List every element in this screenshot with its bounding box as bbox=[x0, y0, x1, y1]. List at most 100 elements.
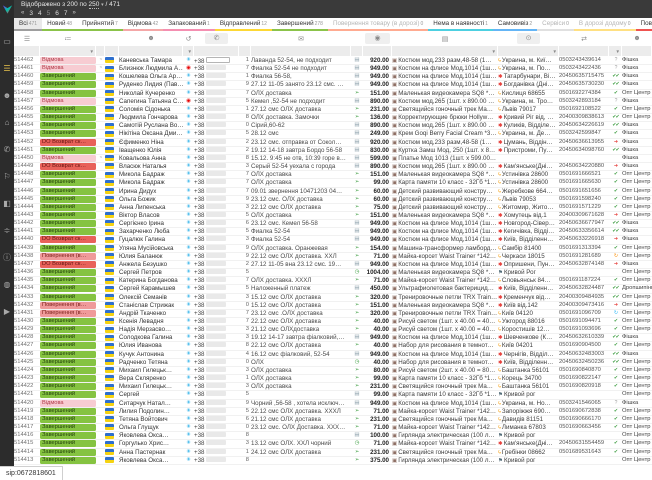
order-row[interactable]: 514413ЗавершенийЯковлева Окса…✳+388➢375.… bbox=[14, 457, 652, 465]
phone-field[interactable]: +38 bbox=[194, 285, 239, 292]
column-header[interactable] bbox=[239, 31, 251, 46]
phone-field[interactable]: +38 bbox=[194, 342, 239, 349]
status-badge[interactable]: Завершений bbox=[40, 122, 96, 129]
order-row[interactable]: 514453ЗавершенийНікітіна Оксана Дми…✳+38… bbox=[14, 130, 652, 138]
status-badge[interactable]: Завершений bbox=[40, 245, 96, 252]
order-row[interactable]: 514416ЗавершенийЯковлева Окса…✳+388▤100.… bbox=[14, 432, 652, 440]
phone-field[interactable]: +38 bbox=[194, 106, 239, 113]
info-icon[interactable]: ⓘ bbox=[0, 244, 14, 271]
order-row[interactable]: 514430ЗавершенийКсенія Левадня✳+38722.12… bbox=[14, 318, 652, 326]
tab-Всі[interactable]: Всі471 bbox=[14, 18, 42, 31]
phone-field[interactable]: +38 bbox=[194, 220, 239, 227]
column-filter[interactable] bbox=[622, 46, 652, 56]
phone-field[interactable]: +38 bbox=[194, 212, 239, 219]
order-row[interactable]: 514419ЗавершенийЛилия Подолин…✳+38522.12… bbox=[14, 408, 652, 416]
status-badge[interactable]: Завершений bbox=[40, 220, 96, 227]
eye-icon[interactable]: ◉ bbox=[363, 31, 392, 46]
settings-icon[interactable]: ≑ bbox=[0, 217, 14, 244]
column-header[interactable] bbox=[609, 31, 622, 46]
status-badge[interactable]: Завершений bbox=[40, 81, 96, 88]
phone-field[interactable]: +38 bbox=[194, 302, 239, 309]
order-row[interactable]: 514414ЗавершенийАнна Пастернак✳+38124.12… bbox=[14, 449, 652, 457]
page-number[interactable]: 7 bbox=[64, 9, 68, 18]
status-badge[interactable]: DO Возврат ск… bbox=[40, 139, 96, 146]
page-number[interactable]: 6 bbox=[55, 9, 59, 18]
order-row[interactable]: 514429ЗавершенийНадія Мерзасво…✳+38321.1… bbox=[14, 326, 652, 334]
order-row[interactable]: 514438Повернення (в…Юлия Баланюк✳+38922.… bbox=[14, 253, 652, 261]
order-row[interactable]: 514449DO Возврат ск…Власюк Наталья✳+383С… bbox=[14, 163, 652, 171]
order-row[interactable]: 514428ЗавершенийСолодкова Галина✳+38319.… bbox=[14, 334, 652, 342]
status-badge[interactable]: Завершений bbox=[40, 277, 96, 284]
phone-field[interactable]: +38 bbox=[194, 294, 239, 301]
order-row[interactable]: 514431Повернення (в…Андрій Ткаченко✳+387… bbox=[14, 310, 652, 318]
phone-field[interactable]: +38 bbox=[194, 90, 239, 97]
status-badge[interactable]: Завершений bbox=[40, 359, 96, 366]
orders-list-icon[interactable]: ☰ bbox=[14, 31, 40, 46]
phone-field[interactable]: +38 bbox=[194, 359, 239, 366]
phone-field[interactable]: +38 bbox=[194, 440, 239, 447]
column-filter[interactable] bbox=[239, 46, 251, 56]
order-row[interactable]: 514441ЗавершенийЗахарченко Люба✳+385Фиал… bbox=[14, 228, 652, 236]
video-icon[interactable]: ▶ bbox=[0, 298, 14, 325]
phone-field[interactable]: +38 bbox=[194, 73, 239, 80]
column-filter[interactable] bbox=[363, 46, 392, 56]
phone-field[interactable]: +38 bbox=[194, 408, 239, 415]
phone-field[interactable]: +38 bbox=[194, 375, 239, 382]
tab-Нема в наявності[interactable]: Нема в наявності1 bbox=[428, 18, 493, 31]
order-row[interactable]: 514443ЗавершенийВіктор Власов✳+385ОЛХ до… bbox=[14, 212, 652, 220]
status-badge[interactable]: Завершений bbox=[40, 375, 96, 382]
order-row[interactable]: 514433ЗавершенийОлексій Семанів✳+38315.1… bbox=[14, 294, 652, 302]
order-row[interactable]: 514460ЗавершенийКошелева Ольга Ар…✳+381Ф… bbox=[14, 73, 652, 81]
status-badge[interactable]: Повернення (в… bbox=[40, 310, 96, 317]
orders-icon[interactable]: ☰ bbox=[0, 55, 14, 82]
status-badge[interactable]: Завершений bbox=[40, 416, 96, 423]
status-badge[interactable]: Завершений bbox=[40, 326, 96, 333]
phone-field[interactable]: +38 bbox=[194, 65, 239, 72]
telephony-icon[interactable]: ✆ bbox=[0, 136, 14, 163]
phone-field[interactable]: +38 bbox=[194, 449, 239, 456]
order-row[interactable]: 514426ЗавершенийКучук Антонина✳+38416.12… bbox=[14, 351, 652, 359]
person-icon[interactable]: ☻ bbox=[622, 31, 652, 46]
phone-field[interactable]: +38 bbox=[194, 245, 239, 252]
status-badge[interactable]: Завершений bbox=[40, 196, 96, 203]
order-row[interactable]: 514457ВідмоваСапегина Татьяна С…◉+385Кем… bbox=[14, 98, 652, 106]
tab-Новий[interactable]: Новий48 bbox=[42, 18, 77, 31]
phone-field[interactable]: +38 bbox=[194, 188, 239, 195]
status-badge[interactable]: Завершений bbox=[40, 449, 96, 456]
phone-field[interactable]: +38 bbox=[194, 57, 239, 64]
status-badge[interactable]: Завершений bbox=[40, 228, 96, 235]
page-number[interactable]: 5 bbox=[47, 9, 51, 18]
status-badge[interactable]: Завершений bbox=[40, 212, 96, 219]
phone-field[interactable]: +38 bbox=[194, 457, 239, 464]
column-filter[interactable]: ▼ bbox=[498, 46, 559, 56]
phone-field[interactable]: +38 bbox=[194, 196, 239, 203]
tab-Завершений[interactable]: Завершений278 bbox=[272, 18, 328, 31]
status-badge[interactable]: Завершений bbox=[40, 90, 96, 97]
phone-field[interactable]: +38 bbox=[194, 269, 239, 276]
tracking-icon[interactable]: ⇄ bbox=[559, 31, 609, 46]
order-row[interactable]: 514423ЗавершенийВера Скляренко✳+381ОЛХ д… bbox=[14, 375, 652, 383]
phone-field[interactable]: +38 bbox=[194, 98, 239, 105]
order-row[interactable]: 514459ЗавершенийРуденко Лидия (Пав…✳+389… bbox=[14, 81, 652, 89]
bag-icon[interactable]: ▤ bbox=[392, 31, 498, 46]
status-badge[interactable]: Завершений bbox=[40, 171, 96, 178]
order-row[interactable]: 514436ЗавершенийСергей Петров✳+385◷1004.… bbox=[14, 269, 652, 277]
column-filter[interactable] bbox=[251, 46, 351, 56]
order-row[interactable]: 514427ЗавершенийЮлия Иванова✳+38822.12 с… bbox=[14, 342, 652, 350]
status-badge[interactable]: DO Возврат ск… bbox=[40, 236, 96, 243]
status-badge[interactable]: Завершений bbox=[40, 351, 96, 358]
status-badge[interactable]: Завершений bbox=[40, 383, 96, 390]
phone-field[interactable]: +38 bbox=[194, 310, 239, 317]
phone-field[interactable]: +38 bbox=[194, 367, 239, 374]
order-row[interactable]: 514456ЗавершенийСоломія Сідонька✳+38127.… bbox=[14, 106, 652, 114]
phone-field[interactable]: +38 bbox=[194, 351, 239, 358]
tab-Самовивіз[interactable]: Самовивіз2 bbox=[493, 18, 537, 31]
order-row[interactable]: 514450Відмова◔Ковальова Анна✳+38815.12. … bbox=[14, 155, 652, 163]
column-filter[interactable]: ▼ bbox=[183, 46, 194, 56]
order-row[interactable]: 514452DO Возврат ск…Єфименко Ніна✳+38223… bbox=[14, 139, 652, 147]
status-badge[interactable]: Завершений bbox=[40, 130, 96, 137]
app-logo-icon[interactable] bbox=[2, 2, 13, 20]
tab-Повернуто[interactable]: Повернуто3 bbox=[636, 18, 652, 31]
order-row[interactable]: 514432Повернення (в…Станіслав Стрижак✳+3… bbox=[14, 302, 652, 310]
status-badge[interactable]: Завершений bbox=[40, 334, 96, 341]
